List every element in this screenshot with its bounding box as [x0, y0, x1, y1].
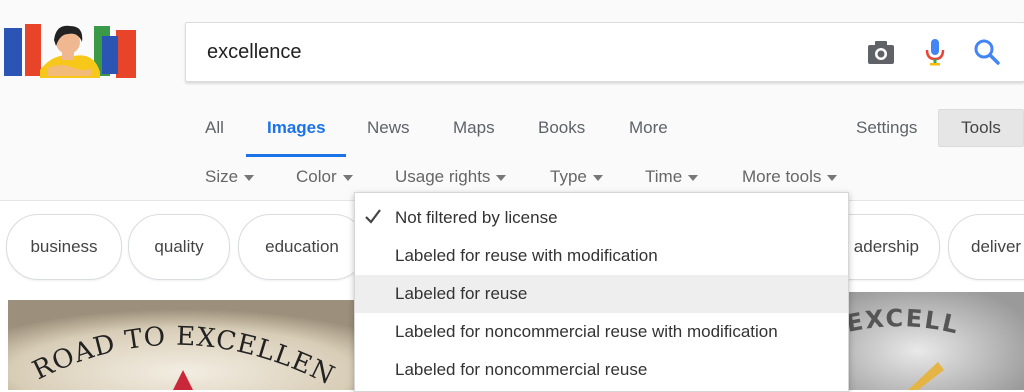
usage-rights-filter[interactable]: Usage rights	[395, 167, 507, 187]
search-icon[interactable]	[972, 37, 1002, 67]
chip-business[interactable]: business	[6, 214, 122, 280]
check-icon	[365, 209, 381, 224]
type-filter-label: Type	[550, 167, 587, 186]
usage-option-noncommercial-with-modification[interactable]: Labeled for noncommercial reuse with mod…	[355, 313, 848, 351]
time-filter[interactable]: Time	[645, 167, 699, 187]
search-box	[185, 22, 1024, 82]
usage-rights-filter-label: Usage rights	[395, 167, 491, 186]
tab-news[interactable]: News	[367, 118, 410, 138]
tab-more[interactable]: More	[629, 118, 668, 138]
usage-option-label: Labeled for reuse with modification	[395, 246, 658, 265]
tools-button[interactable]: Tools	[938, 109, 1024, 147]
usage-option-label: Labeled for reuse	[395, 284, 528, 303]
tab-books[interactable]: Books	[538, 118, 585, 138]
chip-delivery-label: deliver	[971, 237, 1022, 256]
image-result-excellence[interactable]: EXCELL	[848, 292, 1024, 390]
usage-option-label: Labeled for noncommercial reuse	[395, 360, 648, 379]
doodle-logo[interactable]	[4, 22, 138, 80]
chip-leadership-label: adership	[853, 237, 919, 256]
chip-quality[interactable]: quality	[128, 214, 230, 280]
color-filter-label: Color	[296, 167, 337, 186]
microphone-icon[interactable]	[920, 37, 950, 67]
time-filter-label: Time	[645, 167, 683, 186]
more-tools-filter-label: More tools	[742, 167, 822, 186]
usage-option-not-filtered[interactable]: Not filtered by license	[355, 199, 848, 237]
type-filter[interactable]: Type	[550, 167, 603, 187]
caret-down-icon	[827, 174, 838, 181]
tab-maps[interactable]: Maps	[453, 118, 495, 138]
image-result-road-to-excellence[interactable]: ROAD TO EXCELLEN	[8, 300, 358, 390]
usage-option-reuse[interactable]: Labeled for reuse	[355, 275, 848, 313]
usage-rights-dropdown: Not filtered by license Labeled for reus…	[354, 192, 849, 392]
tab-images[interactable]: Images	[267, 118, 326, 138]
chip-delivery[interactable]: deliver	[948, 214, 1024, 280]
image-excellence: EXCELL	[848, 292, 1024, 390]
active-tab-indicator	[246, 154, 346, 157]
caret-down-icon	[496, 174, 507, 181]
size-filter[interactable]: Size	[205, 167, 255, 187]
size-filter-label: Size	[205, 167, 239, 186]
settings-link[interactable]: Settings	[856, 118, 917, 138]
more-tools-filter[interactable]: More tools	[742, 167, 838, 187]
chip-education[interactable]: education	[238, 214, 366, 280]
usage-option-reuse-with-modification[interactable]: Labeled for reuse with modification	[355, 237, 848, 275]
caret-down-icon	[688, 174, 699, 181]
color-filter[interactable]: Color	[296, 167, 353, 187]
caret-down-icon	[592, 174, 603, 181]
usage-option-noncommercial-reuse[interactable]: Labeled for noncommercial reuse	[355, 351, 848, 389]
caret-down-icon	[244, 174, 255, 181]
caret-down-icon	[342, 174, 353, 181]
camera-icon[interactable]	[866, 37, 896, 67]
search-input[interactable]	[207, 39, 827, 65]
image-road-to-excellence: ROAD TO EXCELLEN	[8, 300, 358, 390]
usage-option-label: Labeled for noncommercial reuse with mod…	[395, 322, 778, 341]
tab-all[interactable]: All	[205, 118, 224, 138]
usage-option-label: Not filtered by license	[395, 208, 558, 227]
